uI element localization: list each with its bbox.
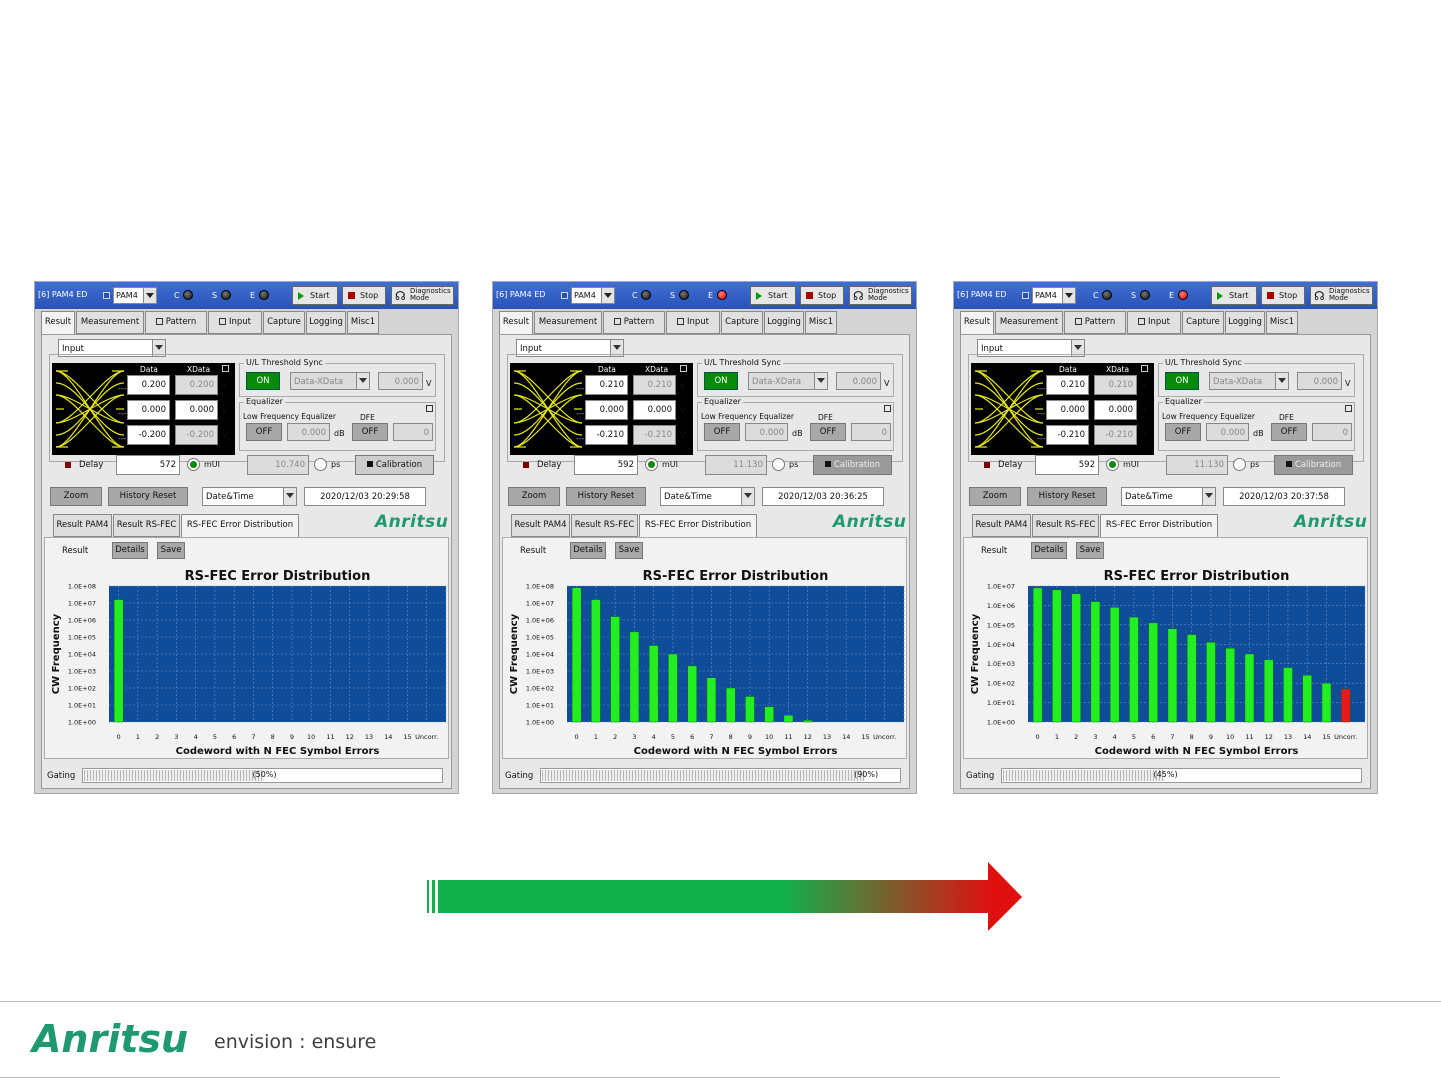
footer-divider: [0, 1001, 1441, 1002]
footer-bottom-line: [0, 1077, 1280, 1078]
arrow-tail-stripe-1: [427, 880, 429, 913]
footer-tagline: envision : ensure: [214, 1031, 377, 1053]
slide: [6] PAM4 ED PAM4 C S E Start Stop ☊ Diagn…: [0, 0, 1441, 1081]
progress-arrow: [427, 862, 1022, 931]
footer-logo: Anritsu: [32, 1017, 189, 1061]
arrow-tail-stripe-2: [432, 880, 435, 913]
arrow-shaft: [438, 862, 1022, 931]
